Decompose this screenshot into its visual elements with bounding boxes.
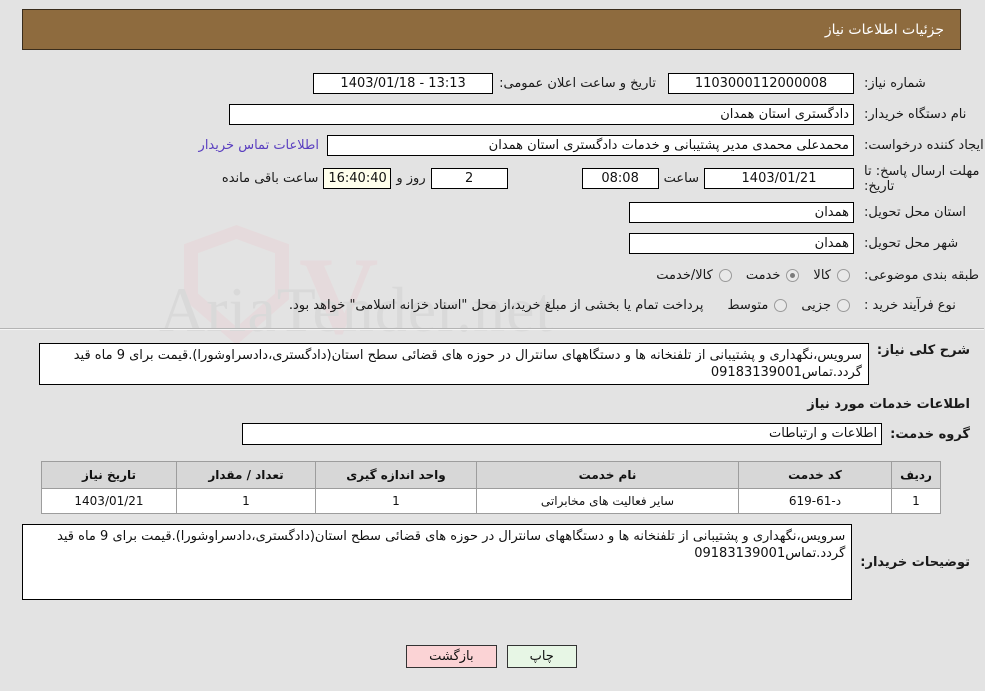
general-description-textarea[interactable]: سرویس،نگهداری و پشتیبانی از تلفنخانه ها …: [39, 343, 870, 385]
td-date: 1403/01/21: [42, 488, 178, 514]
row-need-number: شماره نیاز: 1103000112000008 تاریخ و ساع…: [0, 62, 985, 96]
td-row: 1: [892, 488, 942, 514]
days-remaining-value: 2: [431, 168, 509, 189]
row-service-group: گروه خدمت: اطلاعات و ارتباطات: [0, 421, 985, 447]
row-deadline: مهلت ارسال پاسخ: تا تاریخ: 1403/01/21 سا…: [0, 163, 985, 194]
table-header-row: ردیف کد خدمت نام خدمت واحد اندازه گیری ت…: [42, 461, 942, 489]
service-group-value: اطلاعات و ارتباطات: [243, 423, 884, 445]
need-number-label: شماره نیاز:: [865, 75, 927, 91]
td-qty: 1: [177, 488, 317, 514]
main-content: شماره نیاز: 1103000112000008 تاریخ و ساع…: [0, 62, 985, 600]
deadline-hour-value: 08:08: [582, 168, 660, 189]
radio-category-khedmat[interactable]: [787, 268, 801, 282]
radio-process-motevaset-label: متوسط: [728, 297, 770, 313]
need-number-value: 1103000112000008: [669, 72, 855, 94]
city-value: همدان: [630, 232, 855, 254]
category-label: طبقه بندی موضوعی:: [865, 267, 981, 283]
radio-process-jozii-label: جزیی: [802, 297, 832, 313]
deadline-label-line2: تاریخ:: [865, 179, 896, 194]
buyer-contact-link[interactable]: اطلاعات تماس خریدار: [192, 138, 328, 153]
province-label: استان محل تحویل:: [865, 204, 967, 220]
page-title: جزئیات اطلاعات نیاز: [825, 21, 945, 38]
buyer-notes-label: توضیحات خریدار:: [861, 554, 971, 570]
deadline-date-value: 1403/01/21: [705, 168, 855, 189]
back-button[interactable]: بازگشت: [407, 645, 498, 668]
th-name: نام خدمت: [477, 461, 740, 489]
city-label: شهر محل تحویل:: [865, 235, 960, 251]
public-announce-value: 1403/01/18 - 13:13: [314, 72, 495, 94]
th-date: تاریخ نیاز: [42, 461, 178, 489]
th-row: ردیف: [892, 461, 942, 489]
table-row: 1 د-61-619 سایر فعالیت های مخابراتی 1 1 …: [42, 488, 942, 514]
countdown-value: 16:40:40: [324, 168, 393, 189]
print-button[interactable]: چاپ: [507, 645, 578, 668]
services-section-title: اطلاعات خدمات مورد نیاز: [808, 397, 971, 412]
deadline-hour-label: ساعت: [664, 171, 700, 186]
footer-buttons: چاپ بازگشت: [0, 645, 985, 668]
deadline-label: مهلت ارسال پاسخ: تا تاریخ:: [855, 163, 985, 194]
radio-category-khedmat-label: خدمت: [746, 267, 782, 283]
service-group-label: گروه خدمت:: [891, 426, 971, 442]
row-category: طبقه بندی موضوعی: کالا خدمت کالا/خدمت: [0, 262, 985, 288]
buyer-org-value: دادگستری استان همدان: [230, 103, 855, 125]
payment-note: پرداخت تمام یا بخشی از مبلغ خرید،از محل …: [289, 297, 705, 313]
services-table: ردیف کد خدمت نام خدمت واحد اندازه گیری ت…: [42, 461, 942, 514]
divider-top: [0, 328, 985, 330]
row-buyer-org: نام دستگاه خریدار: دادگستری استان همدان: [0, 101, 985, 127]
process-label: نوع فرآیند خرید :: [865, 297, 957, 313]
row-city: شهر محل تحویل: همدان: [0, 230, 985, 256]
radio-process-motevaset[interactable]: [775, 298, 789, 312]
radio-process-jozii[interactable]: [838, 298, 851, 312]
radio-category-kala-label: کالا: [814, 267, 832, 283]
th-qty: تعداد / مقدار: [177, 461, 317, 489]
creator-value: محمدعلی محمدی مدیر پشتیبانی و خدمات دادگ…: [328, 134, 855, 156]
countdown-suffix-label: ساعت باقی مانده: [222, 171, 320, 186]
td-unit: 1: [316, 488, 478, 514]
row-creator: ایجاد کننده درخواست: محمدعلی محمدی مدیر …: [0, 132, 985, 158]
td-code: د-61-619: [739, 488, 893, 514]
services-section-heading-wrap: اطلاعات خدمات مورد نیاز: [0, 385, 985, 412]
days-word-label: روز و: [397, 171, 427, 186]
deadline-label-line1: مهلت ارسال پاسخ: تا: [865, 164, 981, 179]
general-description-label: شرح کلی نیاز:: [877, 343, 971, 358]
row-process: نوع فرآیند خرید : جزیی متوسط پرداخت تمام…: [0, 292, 985, 318]
creator-label: ایجاد کننده درخواست:: [865, 137, 985, 153]
public-announce-label: تاریخ و ساعت اعلان عمومی:: [500, 75, 657, 91]
radio-category-kala[interactable]: [838, 268, 851, 282]
province-value: همدان: [630, 201, 855, 223]
row-buyer-notes: توضیحات خریدار: سرویس،نگهداری و پشتیبانی…: [0, 514, 985, 600]
td-name: سایر فعالیت های مخابراتی: [477, 488, 740, 514]
row-general-description: شرح کلی نیاز: سرویس،نگهداری و پشتیبانی ا…: [0, 337, 985, 385]
radio-category-kala-khedmat[interactable]: [719, 268, 733, 282]
radio-category-kala-khedmat-label: کالا/خدمت: [657, 267, 714, 283]
buyer-notes-textarea[interactable]: سرویس،نگهداری و پشتیبانی از تلفنخانه ها …: [23, 524, 854, 600]
th-unit: واحد اندازه گیری: [316, 461, 478, 489]
row-province: استان محل تحویل: همدان: [0, 199, 985, 225]
page-header: جزئیات اطلاعات نیاز: [23, 9, 962, 50]
buyer-org-label: نام دستگاه خریدار:: [865, 106, 968, 122]
th-code: کد خدمت: [739, 461, 893, 489]
services-table-wrap: ردیف کد خدمت نام خدمت واحد اندازه گیری ت…: [0, 447, 985, 514]
